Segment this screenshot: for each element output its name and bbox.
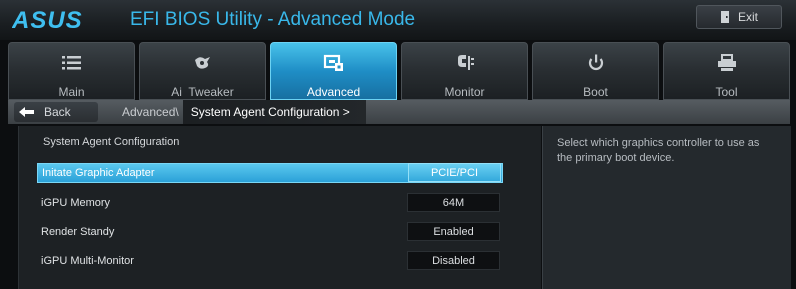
main-tabs: Main Ai Tweaker Advanced Monitor Boot To… [8, 42, 790, 100]
printer-icon [716, 51, 738, 75]
tab-monitor-label: Monitor [444, 85, 485, 99]
tab-monitor[interactable]: Monitor [401, 42, 528, 100]
tab-tool-label: Tool [715, 85, 738, 99]
tab-advanced[interactable]: Advanced [270, 42, 397, 100]
tab-main[interactable]: Main [8, 42, 135, 100]
tab-ai-tweaker-label: Ai Tweaker [171, 85, 234, 99]
title-bar: ASUS EFI BIOS Utility - Advanced Mode Ex… [0, 0, 796, 40]
list-icon [61, 51, 83, 75]
setting-value-dropdown[interactable]: Disabled [407, 251, 500, 270]
tab-boot-label: Boot [583, 85, 608, 99]
breadcrumb-current: System Agent Configuration > [182, 100, 366, 124]
back-button[interactable]: Back [14, 102, 98, 122]
asus-logo: ASUS [12, 8, 83, 32]
setting-row-initiate-graphic-adapter[interactable]: Initate Graphic Adapter PCIE/PCI [37, 163, 503, 183]
breadcrumb: Back Advanced\ System Agent Configuratio… [8, 100, 790, 124]
tab-tool[interactable]: Tool [663, 42, 790, 100]
setting-row-render-standby[interactable]: Render Standy Enabled [37, 222, 503, 242]
back-arrow-icon [19, 107, 34, 117]
breadcrumb-parent[interactable]: Advanced\ [122, 105, 179, 119]
tab-advanced-label: Advanced [306, 85, 361, 99]
back-label: Back [44, 105, 71, 119]
tweaker-icon [192, 51, 214, 75]
app-title: EFI BIOS Utility - Advanced Mode [130, 9, 416, 30]
exit-button[interactable]: Exit [696, 5, 782, 29]
setting-row-igpu-multi-monitor[interactable]: iGPU Multi-Monitor Disabled [37, 251, 503, 271]
setting-value-dropdown[interactable]: 64M [407, 193, 500, 212]
setting-value-dropdown[interactable]: PCIE/PCI [408, 163, 501, 182]
exit-door-icon [720, 11, 729, 23]
monitor-icon [454, 51, 476, 75]
help-panel: Select which graphics controller to use … [542, 126, 791, 289]
tab-boot[interactable]: Boot [532, 42, 659, 100]
svg-text:ASUS: ASUS [12, 8, 83, 32]
setting-row-igpu-memory[interactable]: iGPU Memory 64M [37, 193, 503, 213]
tab-main-label: Main [58, 85, 85, 99]
power-icon [585, 51, 607, 75]
help-text: Select which graphics controller to use … [557, 137, 760, 164]
setting-value-dropdown[interactable]: Enabled [407, 222, 500, 241]
tab-ai-tweaker[interactable]: Ai Tweaker [139, 42, 266, 100]
section-title: System Agent Configuration [43, 136, 180, 148]
exit-label: Exit [737, 10, 758, 24]
chip-icon [323, 51, 345, 75]
settings-panel: System Agent Configuration Initate Graph… [18, 126, 541, 289]
